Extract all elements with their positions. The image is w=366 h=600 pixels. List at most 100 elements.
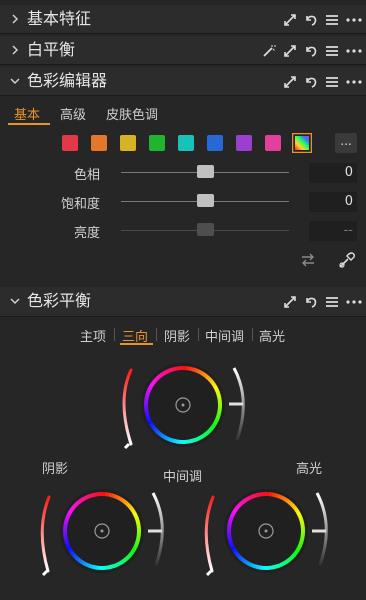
panel-title: 色彩平衡 [27,291,92,310]
more-icon[interactable] [346,13,362,27]
hue-ring-segment [233,550,240,557]
tab-highlight[interactable]: 高光 [259,326,285,345]
reset-icon[interactable] [304,75,318,89]
hue-ring-segment [134,517,140,523]
hue-ring-segment [74,500,80,507]
hue-ring-segment [172,438,177,444]
swatch-blue[interactable] [207,135,223,151]
swatch-purple[interactable] [236,135,252,151]
hue-ring-segment [255,492,261,498]
panel-header-color-balance[interactable]: 色彩平衡 [0,287,366,317]
chevron-down-icon[interactable] [9,295,21,307]
tab-advanced[interactable]: 高级 [60,104,86,123]
menu-icon[interactable] [325,13,339,27]
chevron-right-icon[interactable] [9,13,21,25]
eyedropper-icon[interactable] [337,250,357,270]
shadow-color-wheel[interactable] [34,483,174,583]
swatch-all-colors[interactable] [292,133,312,153]
hue-ring-segment [136,534,141,539]
hue-ring-segment [63,536,69,542]
hue-ring-segment [132,511,138,517]
hue-ring-segment [135,537,141,542]
hue-ring-segment [297,514,303,520]
more-options-button[interactable]: ... [335,133,357,153]
menu-icon[interactable] [325,44,339,58]
expand-icon[interactable] [283,295,297,309]
hue-ring-segment [94,565,99,570]
chevron-down-icon[interactable] [9,75,21,87]
hue-ring-segment [213,385,219,391]
hue-ring-segment [166,436,172,442]
hue-ring-segment [146,388,152,394]
saturation-value-input[interactable]: 0 [309,192,357,212]
hue-ring-segment [110,563,116,569]
hue-ring-segment [280,495,286,501]
magic-wand-icon[interactable] [262,44,276,58]
tab-separator [156,328,157,341]
reset-icon[interactable] [304,44,318,58]
hue-ring-segment [121,557,128,564]
swatch-orange[interactable] [91,135,107,151]
hue-value-input[interactable]: 0 [309,163,357,183]
hue-ring-segment [211,422,217,428]
swatch-magenta[interactable] [265,135,281,151]
reset-icon[interactable] [304,13,318,27]
swatch-green[interactable] [149,135,165,151]
hue-ring-segment [151,379,157,385]
hue-ring-segment [290,553,296,559]
hue-ring-segment [68,508,74,514]
hue-ring-segment [147,385,153,391]
hue-ring-segment [227,523,232,528]
slider-thumb[interactable] [197,165,214,178]
swatch-cyan[interactable] [178,135,194,151]
hue-ring-segment [148,422,155,428]
tab-shadow[interactable]: 阴影 [164,326,190,345]
more-icon[interactable] [346,75,362,89]
hue-ring-segment [144,410,150,416]
hue-ring-segment [229,542,235,548]
swap-icon[interactable] [300,252,316,268]
hue-ring-segment [258,565,263,570]
panel-header-white-balance[interactable]: 白平衡 [0,36,366,65]
hue-ring-segment [113,562,119,568]
hue-ring-segment [85,494,91,500]
tab-midtone[interactable]: 中间调 [205,326,244,345]
hue-ring-segment [288,501,294,507]
hue-ring-segment [292,505,299,512]
hue-ring-segment [149,382,155,388]
swatch-yellow[interactable] [120,135,136,151]
hue-ring-segment [246,495,252,501]
reset-icon[interactable] [304,295,318,309]
hue-ring-segment [79,496,85,503]
menu-icon[interactable] [325,295,339,309]
expand-icon[interactable] [283,13,297,27]
hue-ring-segment [135,520,141,526]
hue-ring-segment [243,559,249,565]
expand-icon[interactable] [283,44,297,58]
more-icon[interactable] [346,44,362,58]
hue-ring-segment [246,561,252,567]
hue-ring-segment [163,435,169,441]
hue-ring-segment [230,545,236,551]
hue-ring-segment [155,429,161,435]
panel-header-color-editor[interactable]: 色彩编辑器 [0,67,366,96]
hue-ring-segment [216,394,222,400]
more-icon[interactable] [346,295,362,309]
hue-ring-segment [274,563,280,569]
hue-ring-segment [197,369,203,375]
slider-thumb[interactable] [197,194,214,207]
hue-ring-segment [105,492,110,497]
midtone-color-wheel[interactable] [115,358,255,458]
hue-ring-segment [249,494,255,500]
hue-ring-segment [271,564,277,570]
chevron-right-icon[interactable] [9,44,21,56]
swatch-red[interactable] [62,135,78,151]
tab-basic[interactable]: 基本 [14,104,40,123]
expand-icon[interactable] [283,75,297,89]
highlight-color-wheel[interactable] [198,483,338,583]
hue-ring-segment [152,427,159,433]
tab-skin-tone[interactable]: 皮肤色调 [106,104,158,123]
panel-header-basic[interactable]: 基本特征 [0,5,366,34]
menu-icon[interactable] [325,75,339,89]
tab-master[interactable]: 主项 [80,326,106,345]
